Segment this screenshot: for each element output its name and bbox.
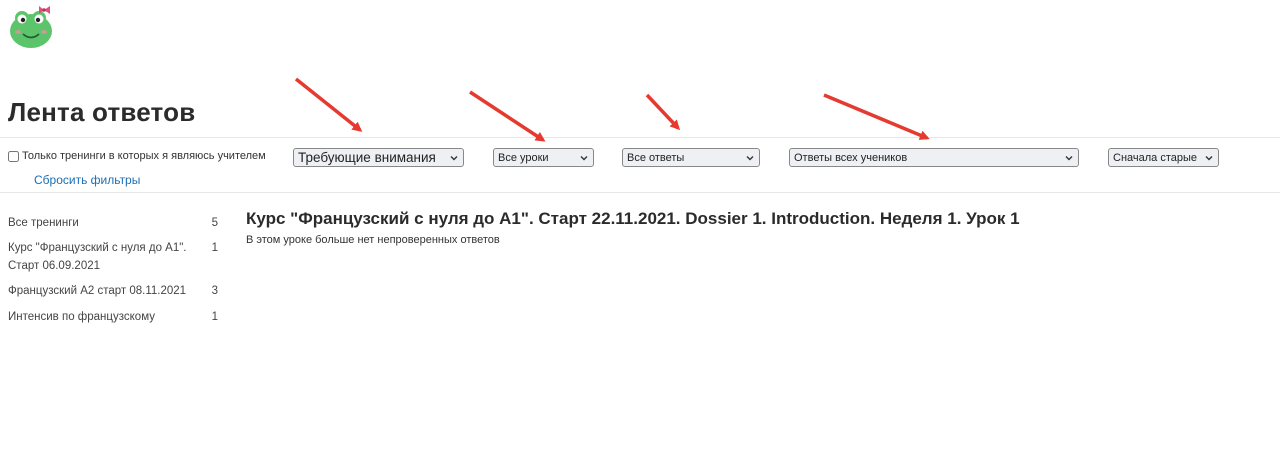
- annotation-arrow: [645, 93, 681, 131]
- logo-frog-icon[interactable]: [6, 4, 56, 50]
- reset-filters-link[interactable]: Сбросить фильтры: [34, 173, 140, 187]
- sidebar-item-all-trainings[interactable]: Все тренинги 5: [8, 214, 218, 232]
- chevron-down-icon: [450, 155, 458, 160]
- sidebar-item-label: Курс "Французский с нуля до А1". Старт 0…: [8, 242, 187, 272]
- sidebar-item-count: 1: [211, 311, 218, 323]
- no-unchecked-answers-message: В этом уроке больше нет непроверенных от…: [246, 234, 500, 246]
- lessons-filter-value: Все уроки: [498, 151, 549, 164]
- page-title: Лента ответов: [8, 97, 196, 127]
- annotation-arrow: [294, 77, 363, 132]
- sort-order-select[interactable]: Сначала старые: [1108, 148, 1219, 167]
- divider: [0, 192, 1280, 193]
- chevron-down-icon: [746, 155, 754, 160]
- teacher-only-filter[interactable]: Только тренинги в которых я являюсь учит…: [8, 150, 266, 162]
- answers-filter-select[interactable]: Все ответы: [622, 148, 760, 167]
- sidebar-item-course-a2[interactable]: Французский А2 старт 08.11.2021 3: [8, 282, 218, 300]
- chevron-down-icon: [1205, 155, 1213, 160]
- sidebar-item-intensive[interactable]: Интенсив по французскому 1: [8, 308, 218, 326]
- sidebar-item-label: Французский А2 старт 08.11.2021: [8, 285, 187, 297]
- sidebar-item-label: Интенсив по французскому: [8, 311, 155, 323]
- divider: [0, 137, 1280, 138]
- annotation-arrow: [823, 93, 930, 140]
- sidebar-item-course-a1[interactable]: Курс "Французский с нуля до А1". Старт 0…: [8, 239, 218, 275]
- teacher-only-checkbox[interactable]: [8, 150, 19, 162]
- teacher-only-label: Только тренинги в которых я являюсь учит…: [22, 150, 266, 162]
- sidebar-item-count: 1: [211, 242, 218, 254]
- course-lesson-title: Курс "Французский с нуля до А1". Старт 2…: [246, 209, 1020, 228]
- chevron-down-icon: [1065, 155, 1073, 160]
- sidebar-item-label: Все тренинги: [8, 217, 79, 229]
- status-filter-select[interactable]: Требующие внимания: [293, 148, 464, 167]
- sort-order-value: Сначала старые: [1113, 151, 1198, 164]
- students-filter-value: Ответы всех учеников: [794, 151, 908, 164]
- chevron-down-icon: [580, 155, 588, 160]
- students-filter-select[interactable]: Ответы всех учеников: [789, 148, 1079, 167]
- annotation-arrow: [469, 90, 546, 142]
- lessons-filter-select[interactable]: Все уроки: [493, 148, 594, 167]
- sidebar-item-count: 3: [211, 285, 218, 297]
- answers-filter-value: Все ответы: [627, 151, 685, 164]
- status-filter-value: Требующие внимания: [298, 150, 436, 165]
- sidebar-item-count: 5: [211, 217, 218, 229]
